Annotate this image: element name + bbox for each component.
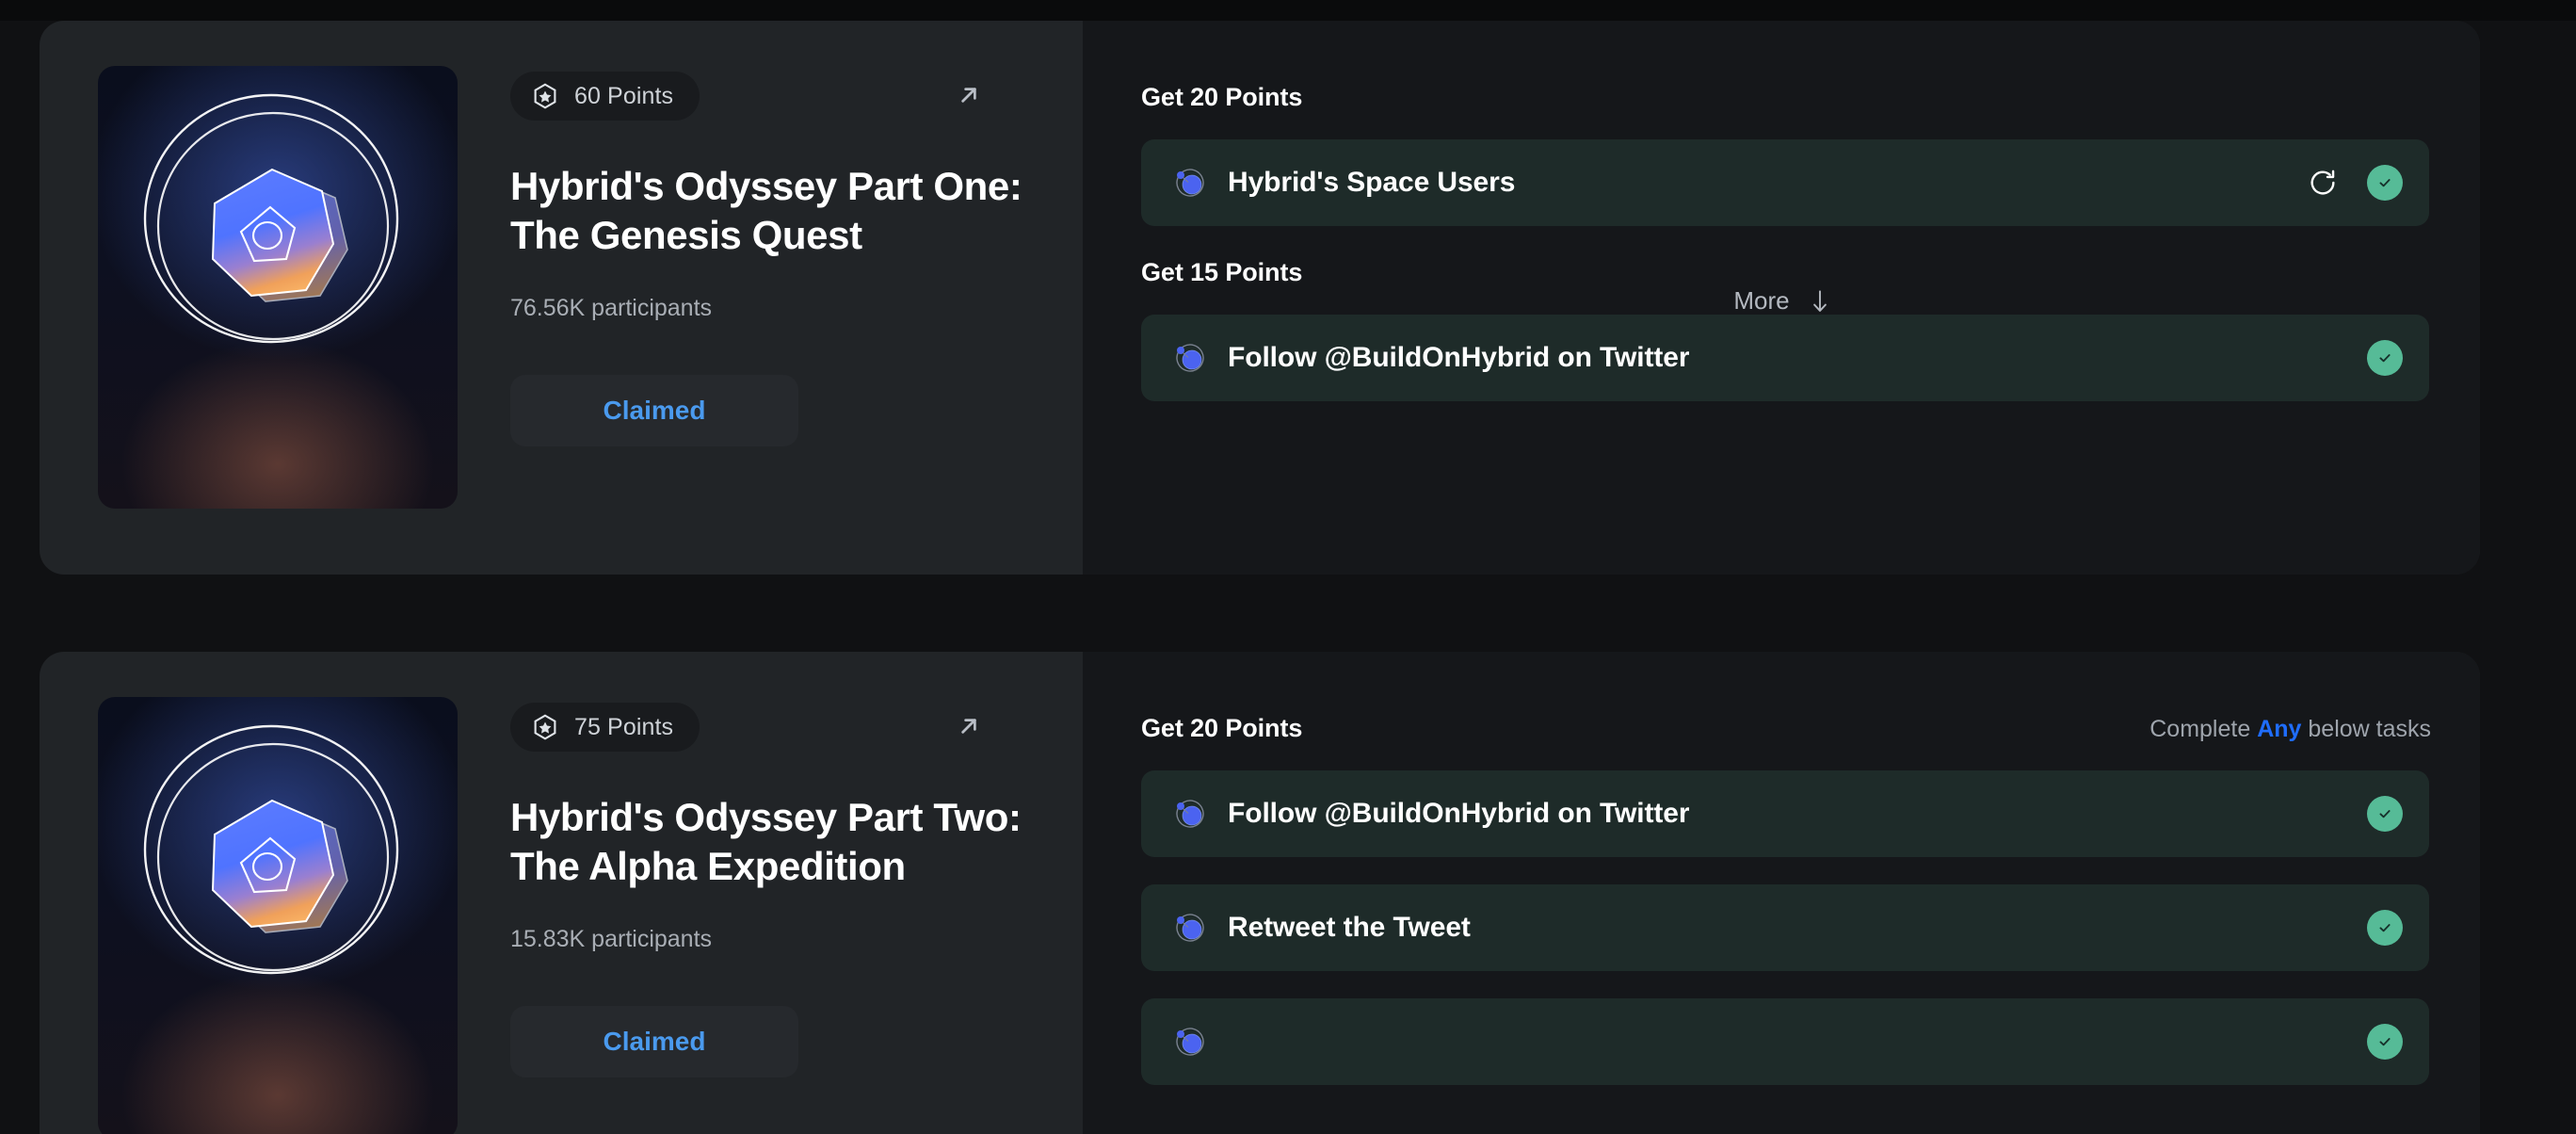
orbit-sphere-icon	[1171, 909, 1209, 947]
task-label: Hybrid's Space Users	[1228, 167, 1515, 199]
note-prefix: Complete	[2149, 716, 2257, 742]
quest-title: Hybrid's Odyssey Part One: The Genesis Q…	[510, 162, 1034, 259]
task-section-title: Get 20 Points	[1141, 83, 1302, 112]
task-label: Follow @BuildOnHybrid on Twitter	[1228, 798, 1689, 830]
task-section-title: Get 20 Points	[1141, 714, 1302, 743]
task-section-title: Get 15 Points	[1141, 258, 1302, 287]
more-label: More	[1733, 286, 1789, 316]
quest-title: Hybrid's Odyssey Part Two: The Alpha Exp…	[510, 793, 1034, 890]
task-section-header: Get 20 Points	[1083, 83, 2480, 112]
check-icon	[2375, 918, 2394, 937]
task-row[interactable]	[1141, 998, 2429, 1085]
task-label: Follow @BuildOnHybrid on Twitter	[1228, 342, 1689, 374]
task-section-header: Get 20 Points Complete Any below tasks	[1083, 714, 2480, 743]
task-completed-badge	[2367, 340, 2403, 376]
points-badge-label: 60 Points	[574, 83, 673, 110]
quest-card: 60 Points Hybrid's Odyssey Part One: The…	[40, 21, 2480, 575]
task-section-note: Complete Any below tasks	[2149, 716, 2431, 743]
task-section-header: Get 15 Points	[1083, 258, 2480, 287]
quest-thumbnail	[98, 697, 458, 1134]
hexagon-star-icon	[531, 82, 559, 110]
quest-artwork-icon	[98, 66, 458, 509]
points-badge-label: 75 Points	[574, 714, 673, 741]
check-icon	[2375, 1032, 2394, 1051]
orbit-sphere-icon	[1171, 339, 1209, 377]
quest-card: 75 Points Hybrid's Odyssey Part Two: The…	[40, 652, 2480, 1134]
quest-thumbnail	[98, 66, 458, 509]
task-row[interactable]: Follow @BuildOnHybrid on Twitter	[1141, 315, 2429, 401]
claim-button[interactable]: Claimed	[510, 375, 798, 446]
quest-tasks-panel: Get 20 Points Hybrid's Space Users	[1083, 21, 2480, 575]
note-suffix: below tasks	[2301, 716, 2431, 742]
hexagon-star-icon	[531, 713, 559, 741]
orbit-sphere-icon	[1171, 1023, 1209, 1061]
external-link-arrow-icon[interactable]	[953, 79, 985, 111]
quest-list-page: 60 Points Hybrid's Odyssey Part One: The…	[0, 21, 2576, 1134]
more-tasks-button[interactable]: More	[1083, 286, 2480, 316]
refresh-icon[interactable]	[2307, 167, 2339, 199]
orbit-sphere-icon	[1171, 164, 1209, 202]
task-completed-badge	[2367, 796, 2403, 832]
task-completed-badge	[2367, 910, 2403, 946]
task-label: Retweet the Tweet	[1228, 912, 1471, 944]
task-row[interactable]: Follow @BuildOnHybrid on Twitter	[1141, 770, 2429, 857]
participants-count: 15.83K participants	[510, 926, 1034, 953]
orbit-sphere-icon	[1171, 795, 1209, 833]
external-link-arrow-icon[interactable]	[953, 710, 985, 742]
task-row[interactable]: Retweet the Tweet	[1141, 884, 2429, 971]
section-gap	[1083, 226, 2480, 258]
note-strong: Any	[2257, 716, 2301, 742]
claim-button[interactable]: Claimed	[510, 1006, 798, 1077]
points-badge: 60 Points	[510, 72, 700, 121]
check-icon	[2375, 804, 2394, 823]
check-icon	[2375, 348, 2394, 367]
arrow-down-icon	[1811, 289, 1829, 314]
quest-info: 75 Points Hybrid's Odyssey Part Two: The…	[510, 697, 1034, 1134]
quest-artwork-icon	[98, 697, 458, 1134]
check-icon	[2375, 173, 2394, 192]
participants-count: 76.56K participants	[510, 295, 1034, 322]
task-completed-badge	[2367, 1024, 2403, 1060]
quest-summary-panel: 60 Points Hybrid's Odyssey Part One: The…	[40, 21, 1083, 575]
quest-info: 60 Points Hybrid's Odyssey Part One: The…	[510, 66, 1034, 575]
quest-summary-panel: 75 Points Hybrid's Odyssey Part Two: The…	[40, 652, 1083, 1134]
quest-tasks-panel: Get 20 Points Complete Any below tasks F…	[1083, 652, 2480, 1134]
task-completed-badge	[2367, 165, 2403, 201]
task-row[interactable]: Hybrid's Space Users	[1141, 139, 2429, 226]
points-badge: 75 Points	[510, 703, 700, 752]
